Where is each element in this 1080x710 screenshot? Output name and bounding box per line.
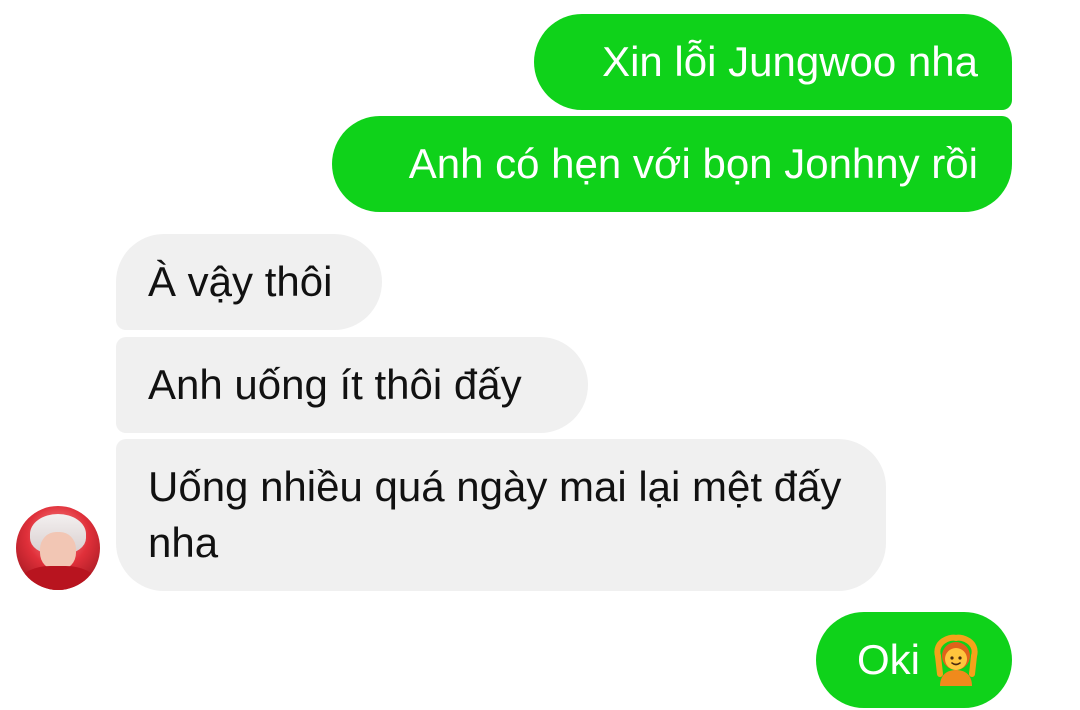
received-message-bubble[interactable]: À vậy thôi xyxy=(116,234,382,330)
message-text: Anh uống ít thôi đấy xyxy=(148,361,522,408)
received-message-bubble[interactable]: Uống nhiều quá ngày mai lại mệt đấy nha xyxy=(116,439,886,591)
received-message-bubble[interactable]: Anh uống ít thôi đấy xyxy=(116,337,588,433)
message-text: Oki xyxy=(857,636,920,683)
person-gesturing-ok-icon xyxy=(930,634,982,686)
message-text: Uống nhiều quá ngày mai lại mệt đấy nha xyxy=(148,463,842,566)
message-text: Xin lỗi Jungwoo nha xyxy=(602,38,978,85)
contact-avatar[interactable] xyxy=(16,506,100,590)
message-text: À vậy thôi xyxy=(148,258,333,305)
chat-thread: Xin lỗi Jungwoo nha Anh có hẹn với bọn J… xyxy=(0,0,1080,710)
avatar-face xyxy=(40,532,76,570)
avatar-shirt xyxy=(20,566,96,590)
sent-message-bubble[interactable]: Xin lỗi Jungwoo nha xyxy=(534,14,1012,110)
message-text: Anh có hẹn với bọn Jonhny rồi xyxy=(408,140,978,187)
sent-message-bubble[interactable]: Oki xyxy=(816,612,1012,708)
sent-message-bubble[interactable]: Anh có hẹn với bọn Jonhny rồi xyxy=(332,116,1012,212)
